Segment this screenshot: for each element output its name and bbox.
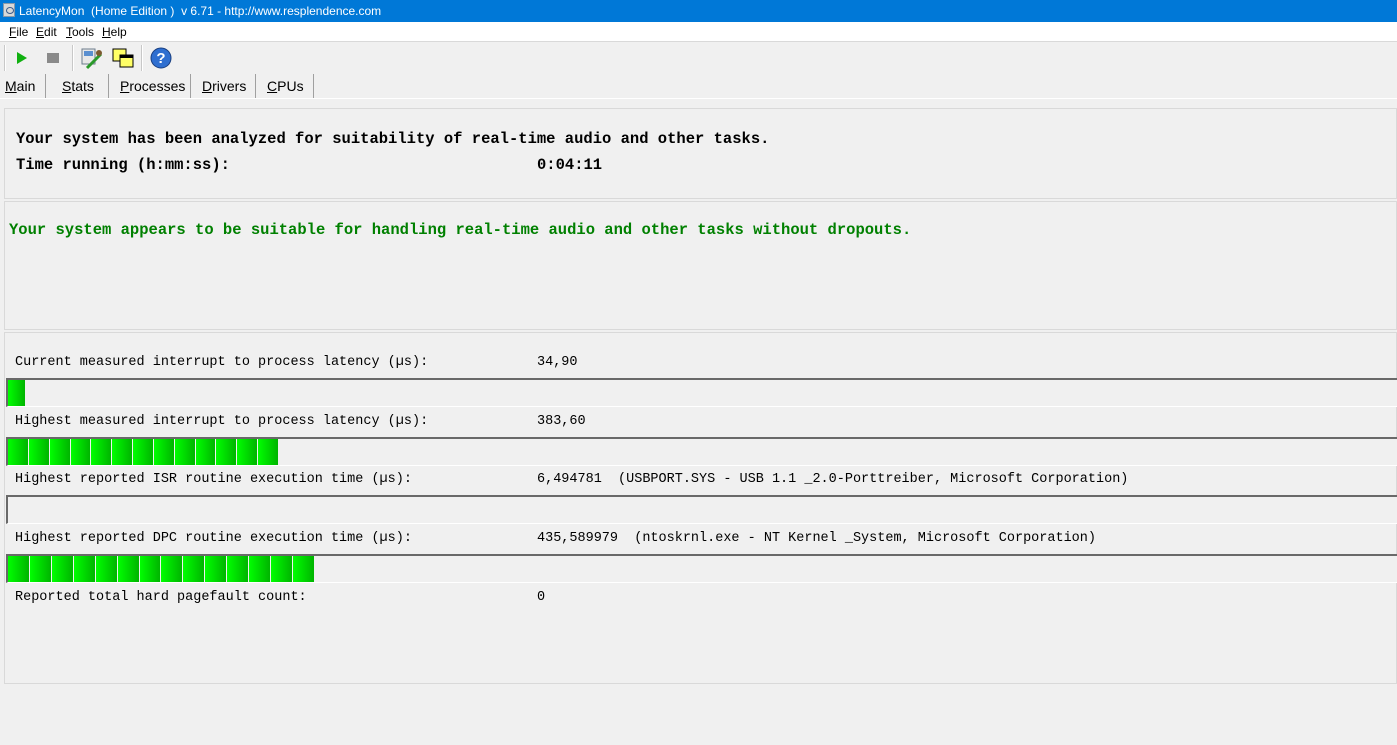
bar-segment <box>49 439 71 465</box>
highest-latency-bar <box>6 437 1397 466</box>
summary-panel <box>4 108 1397 199</box>
highest-latency-value: 383,60 <box>537 414 586 429</box>
current-latency-bar-fill <box>8 380 26 406</box>
isr-time-bar <box>6 495 1397 524</box>
tab-bar: Main Stats Processes Drivers CPUs <box>0 72 1397 98</box>
title-bar: LatencyMon (Home Edition ) v 6.71 - http… <box>0 0 1397 22</box>
tab-cpus[interactable]: CPUs <box>267 78 304 94</box>
toolbar-separator <box>72 45 74 71</box>
bar-segment <box>133 439 154 465</box>
current-latency-label: Current measured interrupt to process la… <box>15 355 429 370</box>
bar-segment <box>153 439 175 465</box>
bar-segment <box>174 439 196 465</box>
help-button[interactable]: ? <box>149 46 173 70</box>
bar-segment <box>183 556 206 582</box>
bar-segment <box>216 439 238 465</box>
bar-segment <box>8 380 26 406</box>
tab-main[interactable]: Main <box>5 78 35 94</box>
menu-tools[interactable]: Tools <box>66 25 94 39</box>
toolbar-separator <box>141 45 143 71</box>
pagefault-value: 0 <box>537 590 546 605</box>
bar-segment <box>258 439 279 465</box>
isr-time-value: 6,494781 (USBPORT.SYS - USB 1.1 _2.0-Por… <box>537 472 1129 487</box>
app-icon <box>3 3 15 17</box>
toolbar: ? <box>0 42 1397 72</box>
help-icon: ? <box>150 47 172 69</box>
highest-latency-label: Highest measured interrupt to process la… <box>15 414 429 429</box>
tab-separator <box>313 74 314 98</box>
windows-icon <box>112 48 134 68</box>
play-icon <box>17 52 27 64</box>
tab-separator <box>190 74 191 98</box>
tab-stats[interactable]: Stats <box>62 78 94 94</box>
windows-button[interactable] <box>111 46 135 70</box>
analysis-status: Your system has been analyzed for suitab… <box>16 130 770 148</box>
tab-separator <box>45 74 46 98</box>
verdict-message: Your system appears to be suitable for h… <box>9 221 912 239</box>
bar-segment <box>91 439 113 465</box>
menu-bar: File Edit Tools Help <box>0 22 1397 42</box>
menu-file[interactable]: File <box>9 25 28 39</box>
time-running-value: 0:04:11 <box>537 156 603 174</box>
bar-segment <box>70 439 92 465</box>
bar-segment <box>139 556 162 582</box>
dpc-time-value: 435,589979 (ntoskrnl.exe - NT Kernel _Sy… <box>537 531 1096 546</box>
bar-segment <box>73 556 96 582</box>
bar-segment <box>29 556 52 582</box>
bar-segment <box>292 556 315 582</box>
menu-edit[interactable]: Edit <box>36 25 57 39</box>
bar-segment <box>95 556 118 582</box>
isr-time-label: Highest reported ISR routine execution t… <box>15 472 412 487</box>
highest-latency-bar-fill <box>8 439 279 465</box>
bar-segment <box>28 439 50 465</box>
current-latency-value: 34,90 <box>537 355 578 370</box>
bar-segment <box>227 556 250 582</box>
bar-segment <box>161 556 184 582</box>
tab-separator <box>108 74 109 98</box>
bar-segment <box>249 556 272 582</box>
bar-segment <box>271 556 293 582</box>
pagefault-label: Reported total hard pagefault count: <box>15 590 307 605</box>
dpc-time-label: Highest reported DPC routine execution t… <box>15 531 412 546</box>
menu-help[interactable]: Help <box>102 25 127 39</box>
tab-separator <box>255 74 256 98</box>
bar-segment <box>51 556 74 582</box>
start-button[interactable] <box>10 46 34 70</box>
tab-divider <box>0 98 1397 99</box>
toolbar-separator <box>4 45 6 71</box>
tools-button[interactable] <box>79 46 103 70</box>
time-running-label: Time running (h:mm:ss): <box>16 156 230 174</box>
svg-text:?: ? <box>156 50 165 67</box>
stop-button[interactable] <box>41 46 65 70</box>
dpc-time-bar <box>6 554 1397 583</box>
current-latency-bar <box>6 378 1397 407</box>
window-title: LatencyMon (Home Edition ) v 6.71 - http… <box>19 4 382 18</box>
bar-segment <box>117 556 140 582</box>
tab-processes[interactable]: Processes <box>120 78 185 94</box>
bar-segment <box>237 439 259 465</box>
tab-drivers[interactable]: Drivers <box>202 78 246 94</box>
bar-segment <box>112 439 134 465</box>
bar-segment <box>8 556 30 582</box>
tools-icon <box>81 48 103 70</box>
bar-segment <box>8 439 29 465</box>
dpc-time-bar-fill <box>8 556 315 582</box>
bar-segment <box>205 556 228 582</box>
bar-segment <box>195 439 217 465</box>
stop-icon <box>47 53 59 63</box>
